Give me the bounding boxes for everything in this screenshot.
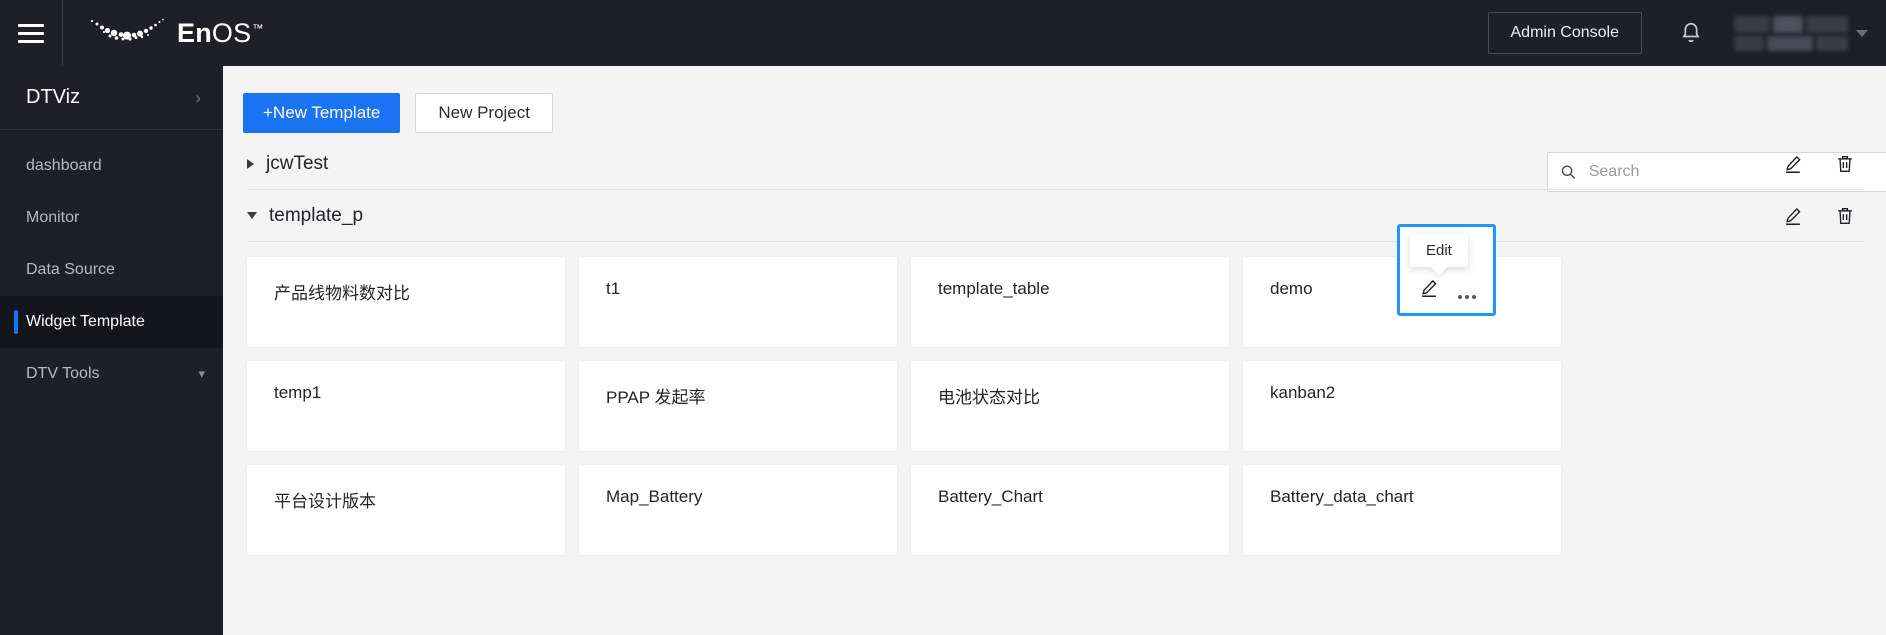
- edit-tooltip: Edit: [1410, 234, 1468, 267]
- app-root: EnOS™ Admin Console DTViz › dashboard Mo…: [0, 0, 1886, 635]
- group-name: template_p: [269, 204, 364, 226]
- hamburger-menu-button[interactable]: [0, 0, 63, 66]
- chevron-down-icon: [1856, 29, 1868, 37]
- template-card-title: t1: [606, 279, 621, 298]
- sidebar-item-label: Widget Template: [26, 313, 145, 330]
- template-card[interactable]: 产品线物料数对比: [247, 257, 565, 347]
- sidebar-items: dashboard Monitor Data Source Widget Tem…: [0, 130, 223, 400]
- sidebar-item-monitor[interactable]: Monitor: [0, 192, 223, 244]
- group-actions: [1782, 153, 1864, 175]
- template-card-title: Battery_Chart: [938, 487, 1043, 506]
- chevron-down-icon: ▾: [198, 366, 205, 381]
- triangle-right-icon[interactable]: [247, 158, 254, 169]
- group-delete-button[interactable]: [1834, 205, 1856, 227]
- ellipsis-icon: [1471, 295, 1476, 299]
- brand-name-bold: En: [177, 17, 212, 48]
- sidebar-item-label: DTV Tools: [26, 365, 100, 382]
- template-card[interactable]: PPAP 发起率: [579, 361, 897, 451]
- ellipsis-icon: [1464, 295, 1469, 299]
- brand-logo-area: EnOS™: [85, 0, 264, 66]
- brand-name: EnOS™: [177, 18, 264, 49]
- brand-name-light: OS: [211, 17, 252, 48]
- top-bar-right: Admin Console: [1487, 12, 1886, 54]
- group-edit-button[interactable]: [1782, 153, 1804, 175]
- template-card[interactable]: temp1: [247, 361, 565, 451]
- sidebar-item-dashboard[interactable]: dashboard: [0, 140, 223, 192]
- trash-icon: [1838, 155, 1852, 172]
- user-menu[interactable]: [1734, 15, 1868, 51]
- popover-edit-button[interactable]: [1418, 277, 1440, 299]
- template-card-title: kanban2: [1270, 383, 1336, 402]
- template-card-title: 产品线物料数对比: [274, 284, 410, 303]
- brand-trademark: ™: [252, 22, 264, 35]
- sidebar-title: DTViz: [26, 86, 81, 108]
- triangle-down-icon[interactable]: [247, 212, 257, 219]
- group-edit-button[interactable]: [1782, 205, 1804, 227]
- trash-icon: [1838, 207, 1852, 224]
- enos-dots-logo-icon: [90, 18, 164, 41]
- group-actions: [1782, 205, 1864, 227]
- sidebar-item-label: Monitor: [26, 209, 80, 226]
- template-card-title: 电池状态对比: [938, 388, 1040, 407]
- bell-icon: [1682, 22, 1700, 43]
- pencil-icon: [1421, 280, 1437, 298]
- sidebar: DTViz › dashboard Monitor Data Source Wi…: [0, 66, 223, 635]
- sidebar-item-dtv-tools[interactable]: DTV Tools ▾: [0, 348, 223, 400]
- template-card-title: Map_Battery: [606, 487, 703, 506]
- template-card-title: temp1: [274, 383, 322, 402]
- template-card-title: Battery_data_chart: [1270, 487, 1414, 506]
- toolbar: +New Template New Project: [223, 66, 1886, 138]
- template-card-title: 平台设计版本: [274, 492, 376, 511]
- sidebar-item-data-source[interactable]: Data Source: [0, 244, 223, 296]
- template-card[interactable]: Battery_Chart: [911, 465, 1229, 555]
- notifications-button[interactable]: [1678, 20, 1704, 46]
- template-card[interactable]: Map_Battery: [579, 465, 897, 555]
- sidebar-item-label: Data Source: [26, 261, 115, 278]
- template-card-grid: 产品线物料数对比 t1 template_table demo temp1 PP…: [223, 242, 1886, 555]
- new-template-button[interactable]: +New Template: [243, 93, 401, 133]
- template-card[interactable]: Battery_data_chart: [1243, 465, 1561, 555]
- template-card[interactable]: template_table: [911, 257, 1229, 347]
- group-row-jcwtest[interactable]: jcwTest: [247, 138, 1864, 190]
- sidebar-item-label: dashboard: [26, 157, 102, 174]
- user-avatar-redacted: [1734, 15, 1848, 51]
- template-card-title: PPAP 发起率: [606, 388, 706, 407]
- body-wrapper: DTViz › dashboard Monitor Data Source Wi…: [0, 66, 1886, 635]
- pencil-icon: [1786, 155, 1801, 173]
- template-card[interactable]: 平台设计版本: [247, 465, 565, 555]
- template-card[interactable]: 电池状态对比: [911, 361, 1229, 451]
- top-bar: EnOS™ Admin Console: [0, 0, 1886, 66]
- template-card[interactable]: kanban2: [1243, 361, 1561, 451]
- template-card-title: demo: [1270, 279, 1313, 298]
- popover-more-button[interactable]: [1457, 295, 1476, 299]
- ellipsis-icon: [1457, 295, 1462, 299]
- new-project-button[interactable]: New Project: [415, 93, 553, 133]
- group-name: jcwTest: [266, 152, 329, 174]
- chevron-right-icon: ›: [195, 88, 201, 107]
- group-row-template-p[interactable]: template_p: [247, 190, 1864, 242]
- pencil-icon: [1786, 207, 1801, 225]
- group-delete-button[interactable]: [1834, 153, 1856, 175]
- template-card[interactable]: t1: [579, 257, 897, 347]
- admin-console-button[interactable]: Admin Console: [1487, 12, 1642, 54]
- sidebar-item-widget-template[interactable]: Widget Template: [0, 296, 223, 348]
- template-card-title: template_table: [938, 279, 1050, 298]
- sidebar-header-dtviz[interactable]: DTViz ›: [0, 66, 223, 130]
- hamburger-icon: [18, 23, 44, 43]
- main-content: +New Template New Project jcwTest: [223, 66, 1886, 635]
